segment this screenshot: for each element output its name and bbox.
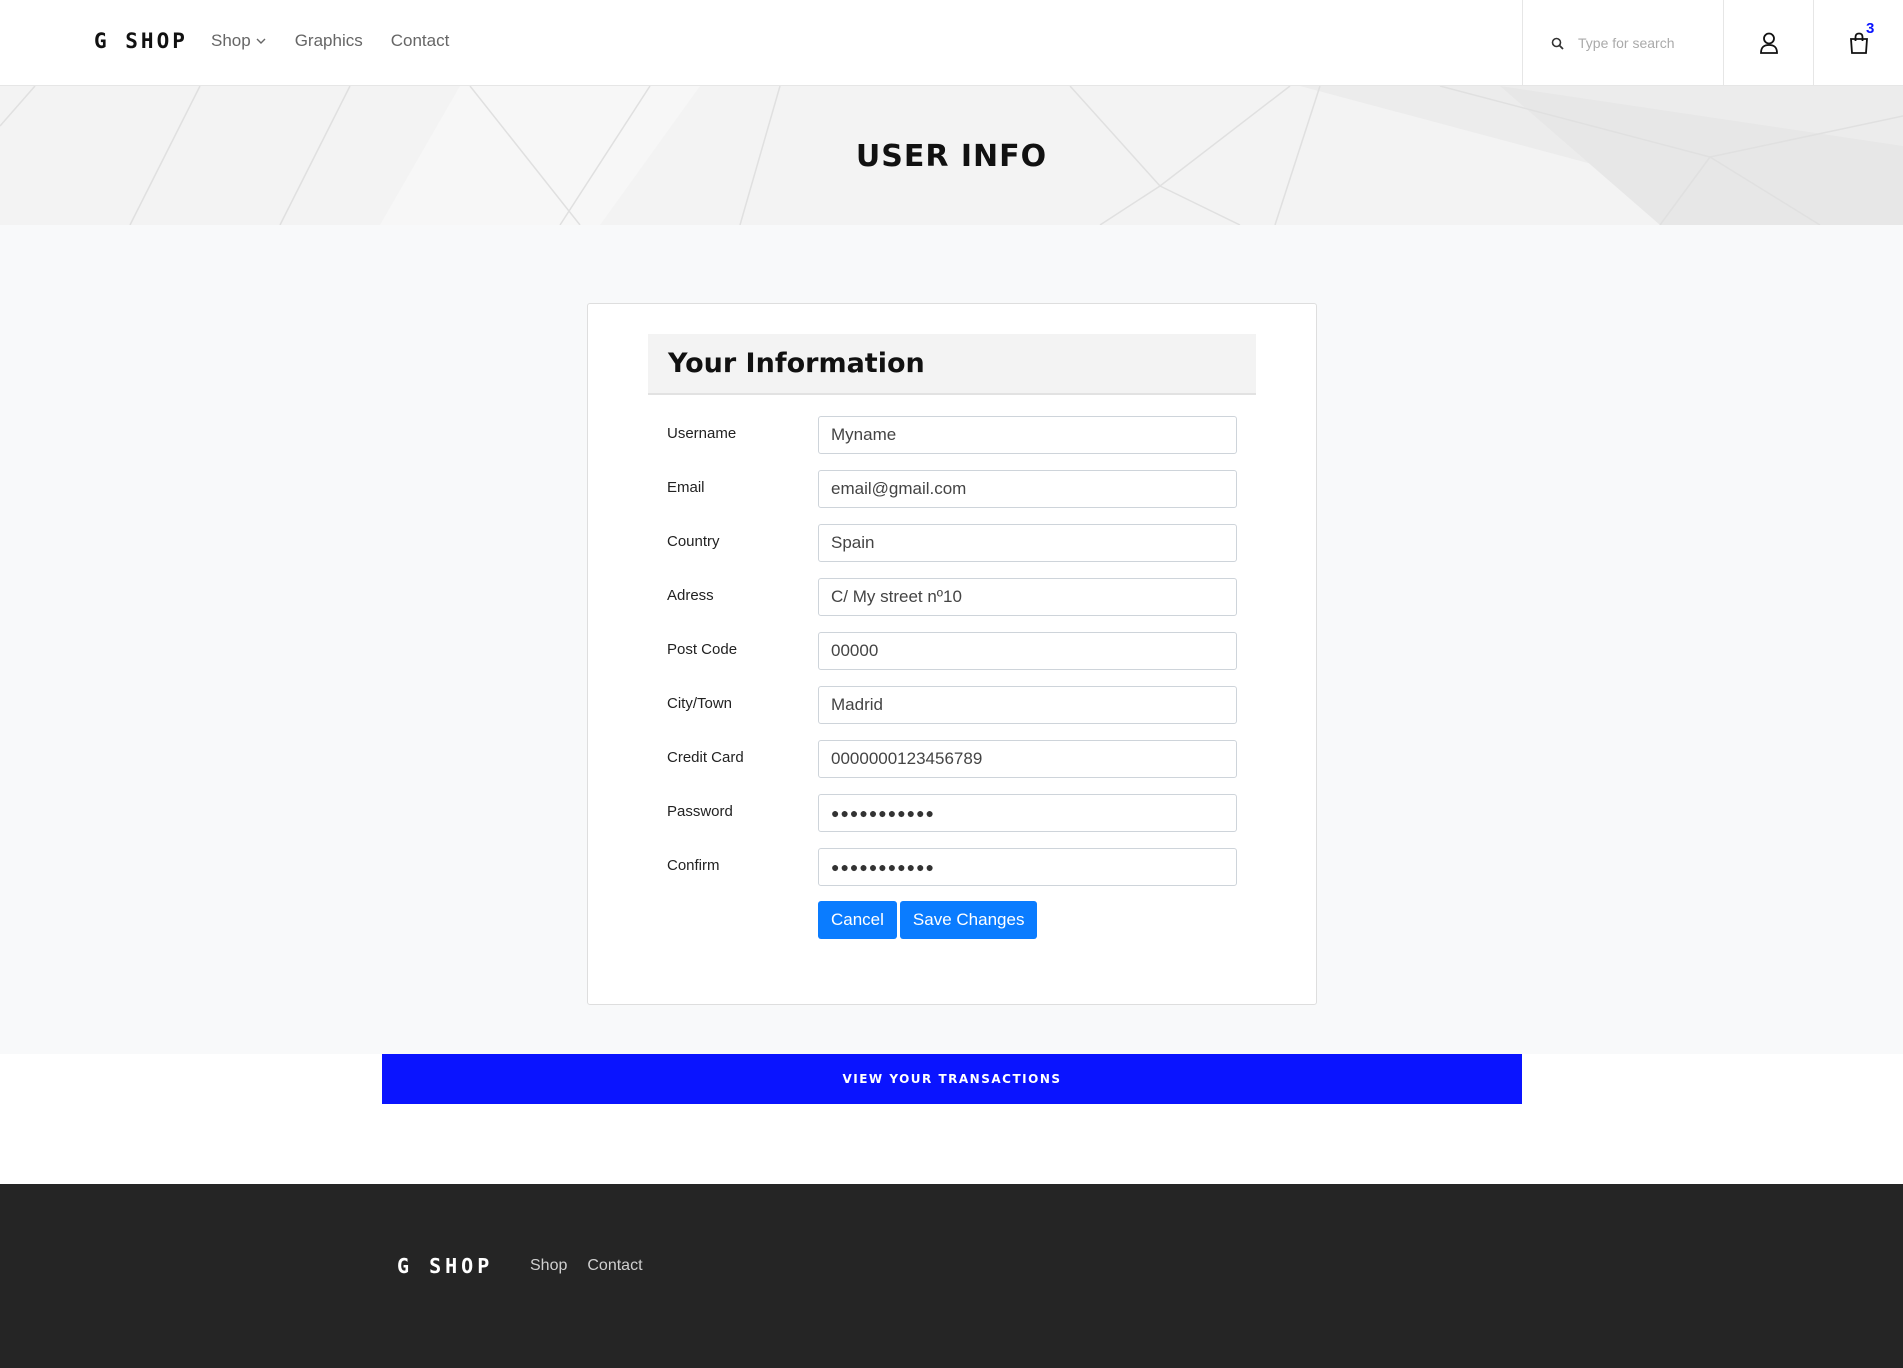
footer-link-contact[interactable]: Contact — [587, 1257, 642, 1275]
card-header: Your Information — [648, 334, 1256, 395]
user-icon — [1759, 32, 1778, 54]
postcode-label: Post Code — [667, 641, 738, 658]
view-transactions-button[interactable]: VIEW YOUR TRANSACTIONS — [382, 1054, 1522, 1104]
site-footer: G SHOP Shop Contact — [0, 1184, 1903, 1368]
password-field[interactable] — [818, 794, 1237, 832]
site-logo[interactable]: G SHOP — [94, 29, 188, 53]
nav-contact[interactable]: Contact — [391, 31, 450, 51]
email-label: Email — [667, 479, 705, 496]
form-row-password: Password — [667, 794, 1237, 832]
confirm-password-field[interactable] — [818, 848, 1237, 886]
nav-shop[interactable]: Shop — [211, 31, 267, 51]
page-title: USER INFO — [855, 139, 1048, 174]
creditcard-label: Credit Card — [667, 749, 744, 766]
search-input[interactable] — [1578, 35, 1708, 51]
cart-count-badge: 3 — [1866, 20, 1875, 37]
confirm-label: Confirm — [667, 857, 720, 874]
footer-logo[interactable]: G SHOP — [397, 1254, 493, 1278]
cancel-button[interactable]: Cancel — [818, 901, 897, 939]
form-row-confirm: Confirm — [667, 848, 1237, 886]
username-field[interactable] — [818, 416, 1237, 454]
footer-link-shop[interactable]: Shop — [530, 1257, 567, 1275]
username-label: Username — [667, 425, 737, 442]
city-label: City/Town — [667, 695, 733, 712]
page-banner: USER INFO — [0, 86, 1903, 225]
form-row-country: Country — [667, 524, 1237, 562]
chevron-down-icon — [256, 38, 266, 44]
nav-shop-label: Shop — [211, 31, 251, 50]
user-info-card: Your Information Username Email Country … — [587, 303, 1317, 1005]
password-label: Password — [667, 803, 733, 820]
address-label: Adress — [667, 587, 714, 604]
save-changes-button[interactable]: Save Changes — [899, 901, 1038, 939]
form-row-postcode: Post Code — [667, 632, 1237, 670]
nav-graphics-label: Graphics — [294, 31, 363, 50]
form-row-username: Username — [667, 416, 1237, 454]
header-search — [1522, 0, 1723, 86]
city-field[interactable] — [818, 686, 1237, 724]
creditcard-field[interactable] — [818, 740, 1237, 778]
nav-contact-label: Contact — [390, 31, 450, 50]
form-row-address: Adress — [667, 578, 1237, 616]
country-label: Country — [667, 533, 720, 550]
form-actions: Cancel Save Changes — [818, 901, 1038, 939]
country-field[interactable] — [818, 524, 1237, 562]
cart-button[interactable]: 3 — [1813, 0, 1903, 86]
site-header: G SHOP Shop Graphics Contact 3 — [0, 0, 1903, 86]
email-field[interactable] — [818, 470, 1237, 508]
form-row-email: Email — [667, 470, 1237, 508]
address-field[interactable] — [818, 578, 1237, 616]
main-content: Your Information Username Email Country … — [0, 225, 1903, 1054]
nav-graphics[interactable]: Graphics — [295, 31, 363, 51]
form-row-creditcard: Credit Card — [667, 740, 1237, 778]
form-row-city: City/Town — [667, 686, 1237, 724]
postcode-field[interactable] — [818, 632, 1237, 670]
main-nav: Shop Graphics Contact — [211, 31, 449, 51]
user-account-button[interactable] — [1723, 0, 1813, 86]
card-title: Your Information — [668, 348, 925, 379]
search-icon[interactable] — [1551, 37, 1564, 50]
footer-nav: Shop Contact — [530, 1257, 643, 1275]
header-actions: 3 — [1522, 0, 1903, 86]
